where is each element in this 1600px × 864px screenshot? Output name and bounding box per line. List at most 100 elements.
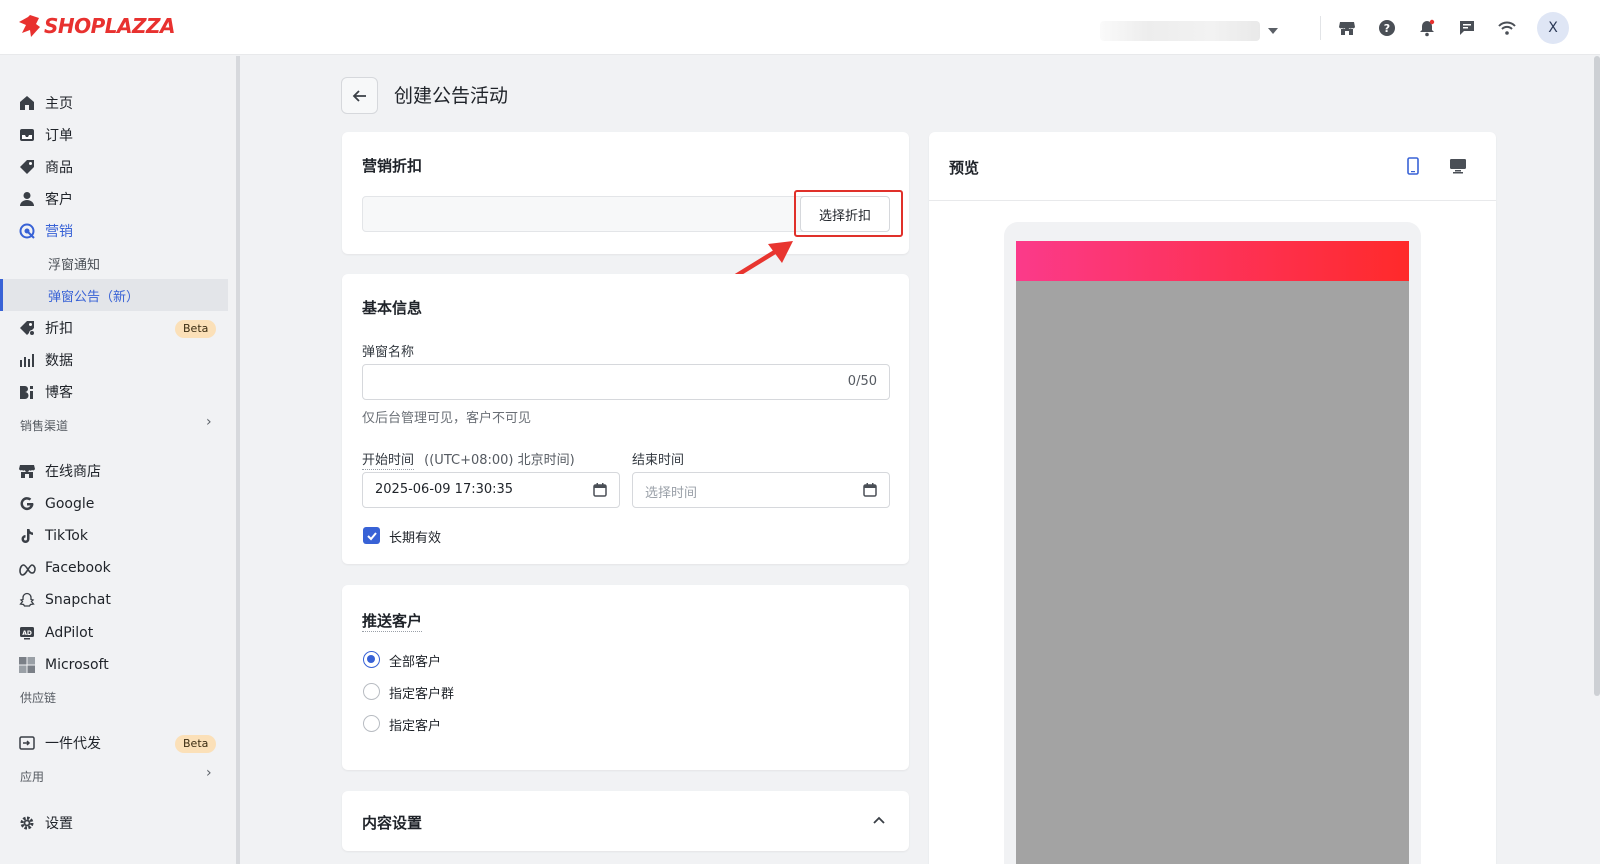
popup-name-hint: 仅后台管理可见，客户不可见 xyxy=(362,411,532,426)
apps-label: 应用 xyxy=(20,770,45,784)
shoplazza-logo[interactable]: SHOPLAZZA xyxy=(18,14,176,38)
inbox-icon xyxy=(18,126,36,144)
desktop-icon[interactable] xyxy=(1449,157,1467,175)
sidebar-item-label: 设置 xyxy=(45,816,73,832)
content-settings-card[interactable]: 内容设置 xyxy=(342,791,909,851)
popup-name-label: 弹窗名称 xyxy=(362,345,415,360)
discount-icon xyxy=(18,319,36,337)
bar-chart-icon xyxy=(18,351,36,369)
start-time-label-text: 开始时间 xyxy=(362,453,415,470)
content-settings-title: 内容设置 xyxy=(362,814,423,832)
sidebar-item-blog[interactable]: 博客 xyxy=(0,376,228,408)
device-frame xyxy=(1004,222,1421,864)
sidebar-item-label: 数据 xyxy=(45,353,73,369)
push-customers-title: 推送客户 xyxy=(362,610,423,632)
announcement-bar-preview xyxy=(1016,241,1409,281)
start-time-label: 开始时间 ((UTC+08:00) 北京时间) xyxy=(362,449,575,470)
sidebar-item-orders[interactable]: 订单 xyxy=(0,119,228,151)
long-term-checkbox[interactable] xyxy=(363,527,380,544)
end-time-input[interactable]: 选择时间 xyxy=(632,472,890,508)
top-bar: SHOPLAZZA ? X xyxy=(0,0,1600,55)
sidebar-item-label: 商品 xyxy=(45,160,73,176)
sidebar-item-customers[interactable]: 客户 xyxy=(0,183,228,215)
wifi-icon[interactable] xyxy=(1496,17,1518,39)
sidebar-item-tiktok[interactable]: TikTok xyxy=(0,520,228,552)
sidebar-item-google[interactable]: Google xyxy=(0,488,228,520)
store-name-blurred xyxy=(1100,21,1260,41)
sidebar-item-popup-announcement[interactable]: 弹窗公告（新） xyxy=(0,279,228,311)
sidebar-item-label: 营销 xyxy=(45,224,73,240)
push-customers-title-text: 推送客户 xyxy=(362,612,423,632)
sidebar-item-label: Facebook xyxy=(45,560,111,576)
sidebar-item-label: 折扣 xyxy=(45,321,73,337)
chevron-right-icon[interactable]: › xyxy=(206,414,212,430)
help-icon[interactable]: ? xyxy=(1376,17,1398,39)
mobile-icon[interactable] xyxy=(1405,157,1421,175)
store-selector[interactable] xyxy=(1100,20,1278,42)
check-icon xyxy=(366,531,377,540)
discount-card: 营销折扣 选择折扣 xyxy=(342,132,909,254)
sidebar-item-adpilot[interactable]: AD AdPilot xyxy=(0,617,228,649)
message-icon[interactable] xyxy=(1456,17,1478,39)
discount-card-title: 营销折扣 xyxy=(362,157,423,175)
radio-all-customers[interactable] xyxy=(363,651,380,668)
sidebar-item-home[interactable]: 主页 xyxy=(0,87,228,119)
top-divider xyxy=(1320,16,1321,40)
sidebar-item-discounts[interactable]: 折扣 Beta xyxy=(0,312,228,344)
sidebar-item-label: 客户 xyxy=(45,192,73,208)
tiktok-icon xyxy=(18,527,36,545)
sidebar-item-label: AdPilot xyxy=(45,625,94,641)
sidebar-item-snapchat[interactable]: Snapchat xyxy=(0,584,228,616)
bell-icon[interactable] xyxy=(1416,17,1438,39)
store-icon[interactable] xyxy=(1336,17,1358,39)
sidebar-item-label: 一件代发 xyxy=(45,736,101,752)
timezone-text: ((UTC+08:00) 北京时间) xyxy=(424,453,575,468)
sidebar-item-online-store[interactable]: 在线商店 xyxy=(0,455,228,487)
start-time-input[interactable]: 2025-06-09 17:30:35 xyxy=(362,472,620,508)
sidebar-item-label: 博客 xyxy=(45,385,73,401)
page-scrollbar[interactable] xyxy=(1594,56,1600,696)
popup-name-input[interactable]: 0/50 xyxy=(362,364,890,400)
user-icon xyxy=(18,190,36,208)
sidebar-item-floating-notice[interactable]: 浮窗通知 xyxy=(0,247,228,279)
radio-customer-group[interactable] xyxy=(363,683,380,700)
calendar-icon xyxy=(593,483,607,497)
gear-icon xyxy=(18,814,36,832)
sidebar-scrollbar[interactable] xyxy=(236,56,240,864)
preview-divider xyxy=(929,200,1496,201)
radio-specific-customers[interactable] xyxy=(363,715,380,732)
basic-info-title: 基本信息 xyxy=(362,299,423,317)
sidebar-item-label: Microsoft xyxy=(45,657,109,673)
shoplazza-mark-icon xyxy=(19,15,40,37)
device-screen-overlay xyxy=(1016,281,1409,864)
blog-icon xyxy=(18,383,36,401)
beta-badge: Beta xyxy=(175,735,217,753)
sidebar-item-settings[interactable]: 设置 xyxy=(0,807,228,839)
end-time-placeholder: 选择时间 xyxy=(645,486,698,501)
supply-chain-label: 供应链 xyxy=(20,691,57,705)
radio-label: 全部客户 xyxy=(389,655,442,670)
sidebar-item-dropshipping[interactable]: 一件代发 Beta xyxy=(0,727,228,759)
sidebar-item-microsoft[interactable]: Microsoft xyxy=(0,649,228,681)
highlight-annotation xyxy=(794,190,903,237)
radio-label: 指定客户群 xyxy=(389,687,455,702)
sidebar-item-marketing[interactable]: 营销 xyxy=(0,215,228,247)
chevron-up-icon[interactable] xyxy=(872,813,886,827)
sidebar-item-products[interactable]: 商品 xyxy=(0,151,228,183)
tag-icon xyxy=(18,158,36,176)
avatar[interactable]: X xyxy=(1537,12,1569,44)
microsoft-icon xyxy=(18,656,36,674)
radio-label: 指定客户 xyxy=(389,719,442,734)
dropship-icon xyxy=(18,734,36,752)
chevron-right-icon[interactable]: › xyxy=(206,765,212,781)
meta-icon xyxy=(18,559,36,577)
sales-channels-label: 销售渠道 xyxy=(20,419,69,433)
basic-info-card: 基本信息 弹窗名称 0/50 仅后台管理可见，客户不可见 开始时间 ((UTC+… xyxy=(342,274,909,564)
sidebar-item-analytics[interactable]: 数据 xyxy=(0,344,228,376)
back-button[interactable] xyxy=(341,77,378,114)
page-title: 创建公告活动 xyxy=(394,85,509,107)
long-term-label: 长期有效 xyxy=(389,531,442,546)
discount-display-field xyxy=(362,196,814,232)
sidebar: 主页 订单 商品 客户 营销 浮窗通知 弹窗公告（新） 折扣 Beta 数据 博… xyxy=(0,56,236,864)
sidebar-item-facebook[interactable]: Facebook xyxy=(0,552,228,584)
